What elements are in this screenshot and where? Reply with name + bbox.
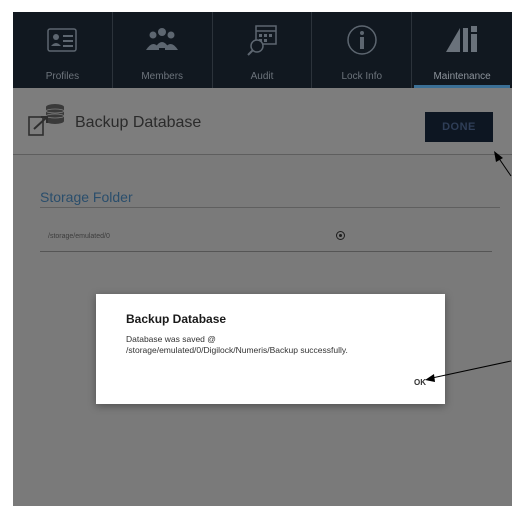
tab-members[interactable]: Members	[113, 12, 213, 88]
tab-lock-info[interactable]: Lock Info	[312, 12, 413, 88]
tab-label: Maintenance	[433, 71, 491, 82]
folder-path-option[interactable]: /storage/emulated/0	[48, 233, 110, 240]
tab-label: Audit	[250, 71, 274, 82]
storage-folder-heading: Storage Folder	[40, 189, 133, 205]
tab-label: Lock Info	[341, 71, 383, 82]
dialog-message-line: Database was saved @	[126, 334, 216, 344]
database-backup-icon	[28, 104, 65, 136]
section-divider	[40, 207, 500, 208]
dialog-title: Backup Database	[126, 312, 227, 326]
tab-label: Profiles	[45, 71, 80, 82]
dialog-message: Database was saved @ /storage/emulated/0…	[126, 334, 436, 356]
done-button[interactable]: DONE	[425, 112, 493, 142]
tab-audit[interactable]: Audit	[213, 12, 313, 88]
backup-dialog: Backup Database Database was saved @ /st…	[96, 294, 445, 404]
dialog-message-line: /storage/emulated/0/Digilock/Numeris/Bac…	[126, 345, 348, 355]
lock-info-icon	[347, 25, 377, 55]
page-header: Backup Database DONE	[13, 88, 512, 155]
folder-radio-button[interactable]	[336, 231, 345, 240]
tab-maintenance[interactable]: Maintenance	[412, 12, 512, 88]
app-screen: Profiles Members Audit Lock Info Mainten…	[13, 12, 512, 506]
audit-icon	[247, 25, 277, 56]
folder-divider	[40, 251, 492, 252]
page-title: Backup Database	[75, 114, 202, 131]
maintenance-icon	[446, 26, 478, 52]
ok-button[interactable]: OK	[410, 376, 430, 389]
top-navigation: Profiles Members Audit Lock Info Mainten…	[13, 12, 512, 88]
profile-card-icon	[47, 28, 78, 52]
tab-label: Members	[141, 71, 184, 82]
members-icon	[146, 28, 179, 50]
tab-profiles[interactable]: Profiles	[13, 12, 113, 88]
